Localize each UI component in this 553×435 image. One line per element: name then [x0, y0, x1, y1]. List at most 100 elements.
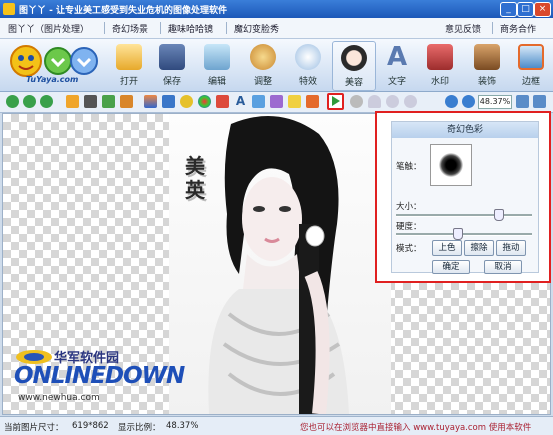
- calligraphy-text: 美英: [185, 154, 205, 202]
- hand-icon[interactable]: [350, 95, 363, 108]
- sharpen-icon[interactable]: [404, 95, 417, 108]
- display-scale-value: 48.37%: [166, 421, 199, 431]
- folder-icon: [116, 44, 142, 70]
- watermark-line2: ONLINEDOWN: [14, 363, 185, 389]
- menu-separator: [226, 22, 227, 34]
- frame-tool-icon[interactable]: [306, 95, 319, 108]
- palette-icon: [250, 44, 276, 70]
- watermark-line3: www.newhua.com: [18, 393, 100, 403]
- flag-icon[interactable]: [216, 95, 229, 108]
- open-button[interactable]: 打开: [108, 41, 150, 89]
- title-bar: 图丫丫 - 让专业美工感受到失业危机的图像处理软件 _ □ ×: [0, 0, 553, 18]
- save-button[interactable]: 保存: [151, 41, 193, 89]
- status-bar: 当前图片尺寸： 619*862 显示比例： 48.37% 您也可以在浏览器中直接…: [0, 416, 553, 435]
- watermark-logo-icon: [16, 350, 52, 364]
- effects-label: 特效: [298, 77, 317, 87]
- hardness-label: 硬度：: [396, 222, 422, 232]
- magic-icon[interactable]: [288, 95, 301, 108]
- edit-label: 编辑: [207, 77, 226, 87]
- site-watermark: 华军软件园 ONLINEDOWN www.newhua.com: [14, 345, 185, 413]
- maximize-button[interactable]: □: [517, 2, 534, 17]
- minimize-button[interactable]: _: [500, 2, 517, 17]
- size-label: 大小：: [396, 202, 422, 212]
- border-button[interactable]: 边框: [510, 41, 552, 89]
- mode-colorize-button[interactable]: 上色: [432, 240, 462, 256]
- picture-icon[interactable]: [252, 95, 265, 108]
- refresh-icon[interactable]: [40, 95, 53, 108]
- brush-label: 笔触：: [396, 162, 422, 172]
- sphere-icon: [295, 44, 321, 70]
- menu-bar: 图丫丫（图片处理） 奇幻场景 趣味哈哈镜 魔幻变脸秀 意见反馈 商务合作: [0, 18, 553, 39]
- hardness-slider-thumb[interactable]: [453, 228, 463, 240]
- text-label: 文字: [387, 77, 406, 87]
- size-slider-thumb[interactable]: [494, 209, 504, 221]
- redo-icon[interactable]: [120, 95, 133, 108]
- beauty-label: 美容: [344, 78, 363, 88]
- brush-preview[interactable]: [430, 144, 472, 186]
- crop-icon[interactable]: [66, 95, 79, 108]
- cancel-button[interactable]: 取消: [484, 260, 522, 274]
- rotate-left-icon[interactable]: [6, 95, 19, 108]
- menu-separator: [492, 22, 493, 34]
- edit-icon: [204, 44, 230, 70]
- border-label: 边框: [521, 77, 540, 87]
- ok-button[interactable]: 确定: [432, 260, 470, 274]
- secondary-toolbar: A 48.37%: [0, 92, 553, 113]
- actual-size-icon[interactable]: [533, 95, 546, 108]
- size-slider[interactable]: [396, 209, 532, 221]
- menu-item-face-change[interactable]: 魔幻变脸秀: [234, 22, 279, 35]
- zoom-out-icon[interactable]: [462, 95, 475, 108]
- watermark-button[interactable]: 水印: [419, 41, 461, 89]
- brush-icon[interactable]: [270, 95, 283, 108]
- blur-icon[interactable]: [386, 95, 399, 108]
- menu-item-photo-edit[interactable]: 图丫丫（图片处理）: [8, 22, 89, 35]
- display-scale-label: 显示比例：: [118, 423, 161, 433]
- zoom-in-icon[interactable]: [445, 95, 458, 108]
- color-icon[interactable]: [180, 95, 193, 108]
- decoration-label: 装饰: [477, 77, 496, 87]
- mode-label: 模式：: [396, 244, 422, 254]
- menu-item-fantasy-scene[interactable]: 奇幻场景: [112, 22, 148, 35]
- menu-item-business[interactable]: 商务合作: [500, 22, 536, 35]
- menu-item-funhouse-mirror[interactable]: 趣味哈哈镜: [168, 22, 213, 35]
- edit-button[interactable]: 编辑: [196, 41, 238, 89]
- text-button[interactable]: A 文字: [376, 41, 418, 89]
- panel-body: 奇幻色彩 笔触： 大小： 硬度： 模式： 上色 擦除 拖动 确定 取消: [391, 121, 539, 274]
- app-icon: [3, 3, 15, 15]
- undo-icon[interactable]: [102, 95, 115, 108]
- watermark-icon: [427, 44, 453, 70]
- rotate-right-icon[interactable]: [23, 95, 36, 108]
- face-icon: [341, 45, 367, 71]
- color-wheel-icon[interactable]: [198, 95, 211, 108]
- adjust-button[interactable]: 调整: [242, 41, 284, 89]
- save-label: 保存: [162, 77, 181, 87]
- border-icon: [518, 44, 544, 70]
- fantasy-color-tool-icon[interactable]: [327, 93, 344, 110]
- menu-separator: [160, 22, 161, 34]
- trim-icon[interactable]: [84, 95, 97, 108]
- close-button[interactable]: ×: [534, 2, 551, 17]
- fit-icon[interactable]: [516, 95, 529, 108]
- effects-button[interactable]: 特效: [287, 41, 329, 89]
- open-label: 打开: [119, 77, 138, 87]
- window-title: 图丫丫 - 让专业美工感受到失业危机的图像处理软件: [19, 6, 228, 16]
- photo[interactable]: 美英: [169, 114, 391, 414]
- text-tool-icon[interactable]: A: [234, 95, 247, 108]
- fantasy-color-panel: 奇幻色彩 笔触： 大小： 硬度： 模式： 上色 擦除 拖动 确定 取消: [375, 111, 551, 283]
- menu-separator: [104, 22, 105, 34]
- image-size-label: 当前图片尺寸：: [4, 423, 64, 433]
- mode-erase-button[interactable]: 擦除: [464, 240, 494, 256]
- drop-icon[interactable]: [368, 95, 381, 108]
- mode-drag-button[interactable]: 拖动: [496, 240, 526, 256]
- zoom-level[interactable]: 48.37%: [478, 95, 512, 109]
- status-hint: 您也可以在浏览器中直接输入 www.tuyaya.com 使用本软件: [300, 423, 532, 433]
- decoration-button[interactable]: 装饰: [466, 41, 508, 89]
- beauty-button[interactable]: 美容: [332, 41, 376, 91]
- frame-icon: [474, 44, 500, 70]
- chart-icon[interactable]: [162, 95, 175, 108]
- brush-dot-icon: [439, 153, 463, 177]
- adjust-label: 调整: [253, 77, 272, 87]
- hardness-slider[interactable]: [396, 228, 532, 240]
- layers-icon[interactable]: [144, 95, 157, 108]
- menu-item-feedback[interactable]: 意见反馈: [445, 22, 481, 35]
